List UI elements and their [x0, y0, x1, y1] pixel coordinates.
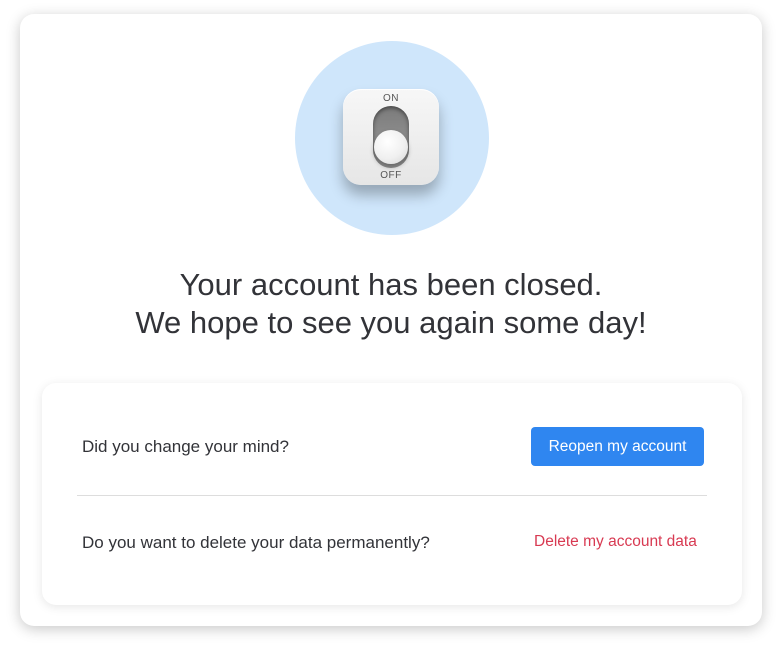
delete-account-data-link[interactable]: Delete my account data — [534, 533, 697, 551]
switch-on-label: ON — [383, 93, 399, 104]
options-card: Did you change your mind? Reopen my acco… — [42, 383, 742, 605]
title-line-2: We hope to see you again some day! — [135, 305, 647, 340]
switch-knob — [374, 130, 408, 164]
title-line-1: Your account has been closed. — [179, 267, 603, 302]
hero-illustration: ON OFF — [295, 41, 489, 235]
reopen-account-button[interactable]: Reopen my account — [531, 427, 704, 466]
switch-off-label: OFF — [380, 170, 402, 181]
page-title: Your account has been closed. We hope to… — [20, 266, 762, 342]
divider — [77, 495, 707, 496]
account-closed-card: ON OFF Your account has been closed. We … — [20, 14, 762, 626]
reopen-prompt: Did you change your mind? — [82, 437, 289, 456]
toggle-switch-off-icon: ON OFF — [343, 89, 439, 185]
delete-prompt: Do you want to delete your data permanen… — [82, 533, 430, 552]
